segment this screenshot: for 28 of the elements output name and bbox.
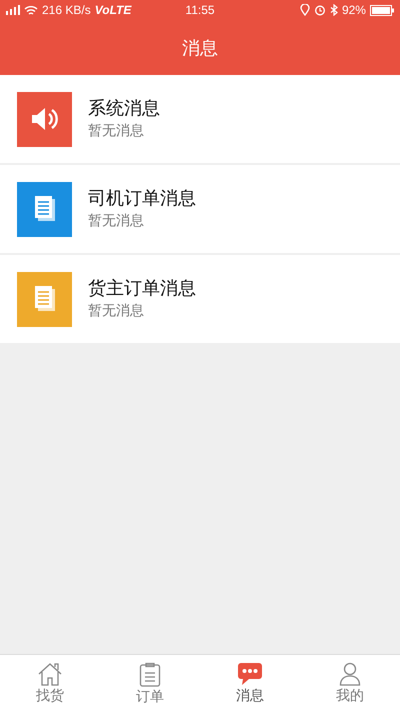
nav-tab[interactable]: 找货	[0, 655, 100, 711]
chat-icon	[237, 662, 263, 686]
nav-tab[interactable]: 我的	[300, 655, 400, 711]
battery-icon	[370, 4, 394, 16]
document-icon	[32, 285, 56, 313]
location-icon	[300, 4, 310, 16]
nav-tab[interactable]: 订单	[100, 655, 200, 711]
person-icon	[339, 662, 361, 686]
clock-time: 11:55	[185, 3, 215, 17]
network-type: VoLTE	[94, 3, 132, 17]
network-speed: 216 KB/s	[42, 3, 91, 17]
alarm-icon	[314, 4, 326, 16]
message-subtitle: 暂无消息	[88, 212, 144, 231]
message-title: 司机订单消息	[88, 187, 196, 211]
document-icon	[32, 195, 56, 223]
message-subtitle: 暂无消息	[88, 302, 144, 321]
bluetooth-icon	[330, 4, 338, 16]
clipboard-icon	[139, 662, 161, 686]
nav-tab[interactable]: 消息	[200, 655, 300, 711]
home-icon	[37, 662, 63, 686]
signal-icon	[6, 5, 20, 15]
message-title: 货主订单消息	[88, 277, 196, 301]
battery-level: 92%	[342, 3, 366, 17]
wifi-icon	[24, 4, 38, 16]
message-title: 系统消息	[88, 97, 160, 121]
page-title: 消息	[182, 36, 218, 60]
speaker-icon	[30, 106, 60, 132]
message-subtitle: 暂无消息	[88, 122, 144, 141]
